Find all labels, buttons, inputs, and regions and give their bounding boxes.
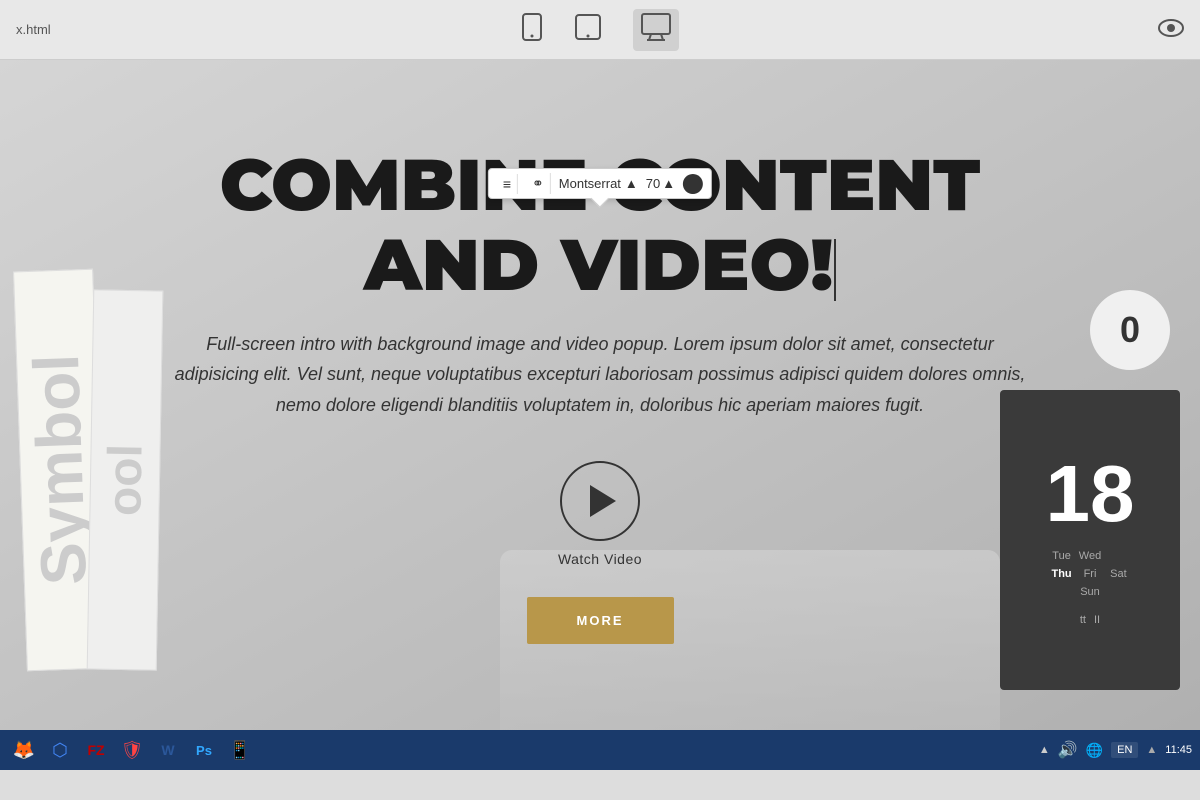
file-label: x.html: [16, 22, 51, 37]
play-triangle-icon: [590, 485, 616, 517]
taskbar: 🦊 ⬡ FZ 🛡 W Ps 📱 ▲ 🔊 🌐 EN ▲ 11:45: [0, 730, 1200, 770]
taskbar-time: 11:45: [1165, 744, 1192, 756]
hero-subtitle: Full-screen intro with background image …: [170, 329, 1030, 421]
clock-day-tue: Tue: [1050, 550, 1072, 562]
taskbar-right: ▲ 🔊 🌐 EN ▲ 11:45: [1039, 740, 1192, 760]
link-button[interactable]: ⚭: [526, 173, 551, 194]
clock-day-thu: Thu: [1050, 568, 1072, 580]
editor-topbar: x.html: [0, 0, 1200, 60]
clock-day-empty2: [1050, 586, 1072, 598]
hero-title-line2: and VIDEO!: [364, 221, 836, 309]
font-selector[interactable]: Montserrat ▲: [559, 176, 638, 191]
font-size-selector[interactable]: 70 ▲: [646, 176, 675, 191]
text-cursor: [834, 239, 836, 300]
hero-content: COMBINE CONTENT and VIDEO! Full-screen i…: [170, 146, 1030, 643]
clock-number: 18: [1046, 454, 1135, 534]
text-formatting-toolbar: ≡ ⚭ Montserrat ▲ 70 ▲: [488, 168, 712, 199]
clock-circle-inner: 0: [1090, 290, 1170, 370]
play-circle[interactable]: [560, 461, 640, 541]
clock-day-empty1: [1107, 550, 1129, 562]
taskbar-up-arrow: ▲: [1146, 744, 1157, 756]
desktop-view-button[interactable]: [633, 9, 679, 51]
clock-days-grid: Tue Wed Thu Fri Sat Sun: [1042, 542, 1137, 606]
taskbar-filezilla[interactable]: FZ: [80, 734, 112, 766]
tablet-view-button[interactable]: [575, 13, 601, 47]
taskbar-word[interactable]: W: [152, 734, 184, 766]
text-color-picker[interactable]: [683, 174, 703, 194]
mobile-view-button[interactable]: [521, 13, 543, 47]
clock-day-empty3: [1107, 586, 1129, 598]
device-icons-group: [521, 9, 679, 51]
taskbar-chrome[interactable]: ⬡: [44, 734, 76, 766]
taskbar-notification-icon: ▲: [1039, 744, 1050, 756]
clock-day-fri: Fri: [1079, 568, 1101, 580]
taskbar-sound-icon[interactable]: 🔊: [1058, 740, 1078, 760]
clock-time: tt II: [1080, 614, 1100, 626]
taskbar-other[interactable]: 📱: [224, 734, 256, 766]
clock-day-wed: Wed: [1079, 550, 1101, 562]
taskbar-antivirus[interactable]: 🛡: [116, 734, 148, 766]
preview-button[interactable]: [1158, 17, 1184, 43]
clock-circle-number: 0: [1120, 309, 1140, 351]
book-2-text: ool: [97, 444, 153, 517]
watch-video-label: Watch Video: [558, 551, 642, 567]
more-button[interactable]: MORE: [527, 597, 674, 644]
clock-day-sun: Sun: [1079, 586, 1101, 598]
book-2: ool: [87, 289, 164, 670]
watch-video-button[interactable]: Watch Video: [170, 461, 1030, 567]
hero-section: Symbol ool 0 18 Tue Wed Thu Fri Sat Sun: [0, 60, 1200, 730]
taskbar-photoshop[interactable]: Ps: [188, 734, 220, 766]
taskbar-network-icon[interactable]: 🌐: [1086, 742, 1103, 759]
taskbar-language[interactable]: EN: [1111, 742, 1138, 758]
taskbar-firefox[interactable]: 🦊: [8, 734, 40, 766]
clock-day-sat: Sat: [1107, 568, 1129, 580]
books-decoration: Symbol ool: [0, 170, 180, 670]
clock-circle: 0: [1090, 290, 1170, 370]
align-button[interactable]: ≡: [497, 174, 518, 194]
